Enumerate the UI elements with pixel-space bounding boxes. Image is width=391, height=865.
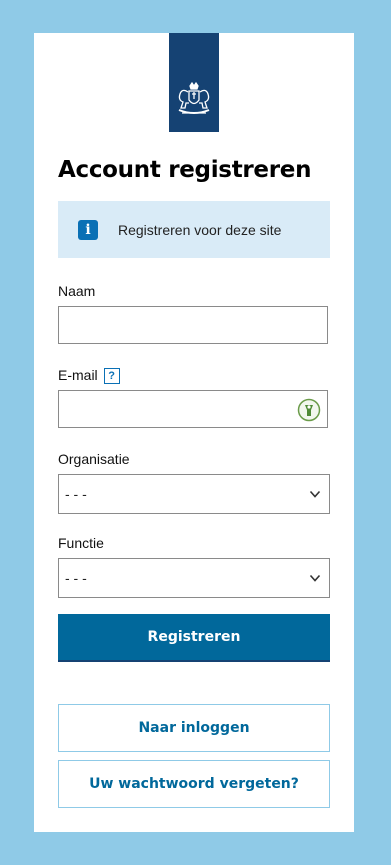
password-manager-icon[interactable] (297, 398, 321, 422)
email-label: E-mail? (58, 367, 120, 384)
info-message-text: Registreren voor deze site (118, 221, 282, 238)
register-button[interactable]: Registreren (58, 614, 330, 662)
info-message: i Registreren voor deze site (58, 201, 330, 258)
email-help-button[interactable]: ? (103, 368, 120, 384)
organisation-selected-value: - - - (65, 486, 87, 502)
function-select[interactable]: - - - (58, 558, 330, 598)
name-field[interactable] (58, 306, 328, 344)
function-selected-value: - - - (65, 570, 87, 586)
function-label: Functie (58, 535, 104, 551)
name-label: Naam (58, 283, 96, 299)
info-icon: i (78, 219, 98, 240)
chevron-down-icon (309, 574, 321, 582)
chevron-down-icon (309, 490, 321, 498)
logo-banner (169, 33, 219, 132)
page-title: Account registreren (58, 157, 312, 183)
coat-of-arms-logo (178, 81, 210, 114)
email-label-text: E-mail (58, 367, 98, 383)
forgot-password-button[interactable]: Uw wachtwoord vergeten? (58, 760, 330, 808)
registration-card: Account registreren i Registreren voor d… (34, 33, 354, 832)
email-field[interactable] (58, 390, 328, 428)
organisation-label: Organisatie (58, 451, 130, 467)
organisation-select[interactable]: - - - (58, 474, 330, 514)
go-to-login-button[interactable]: Naar inloggen (58, 704, 330, 752)
